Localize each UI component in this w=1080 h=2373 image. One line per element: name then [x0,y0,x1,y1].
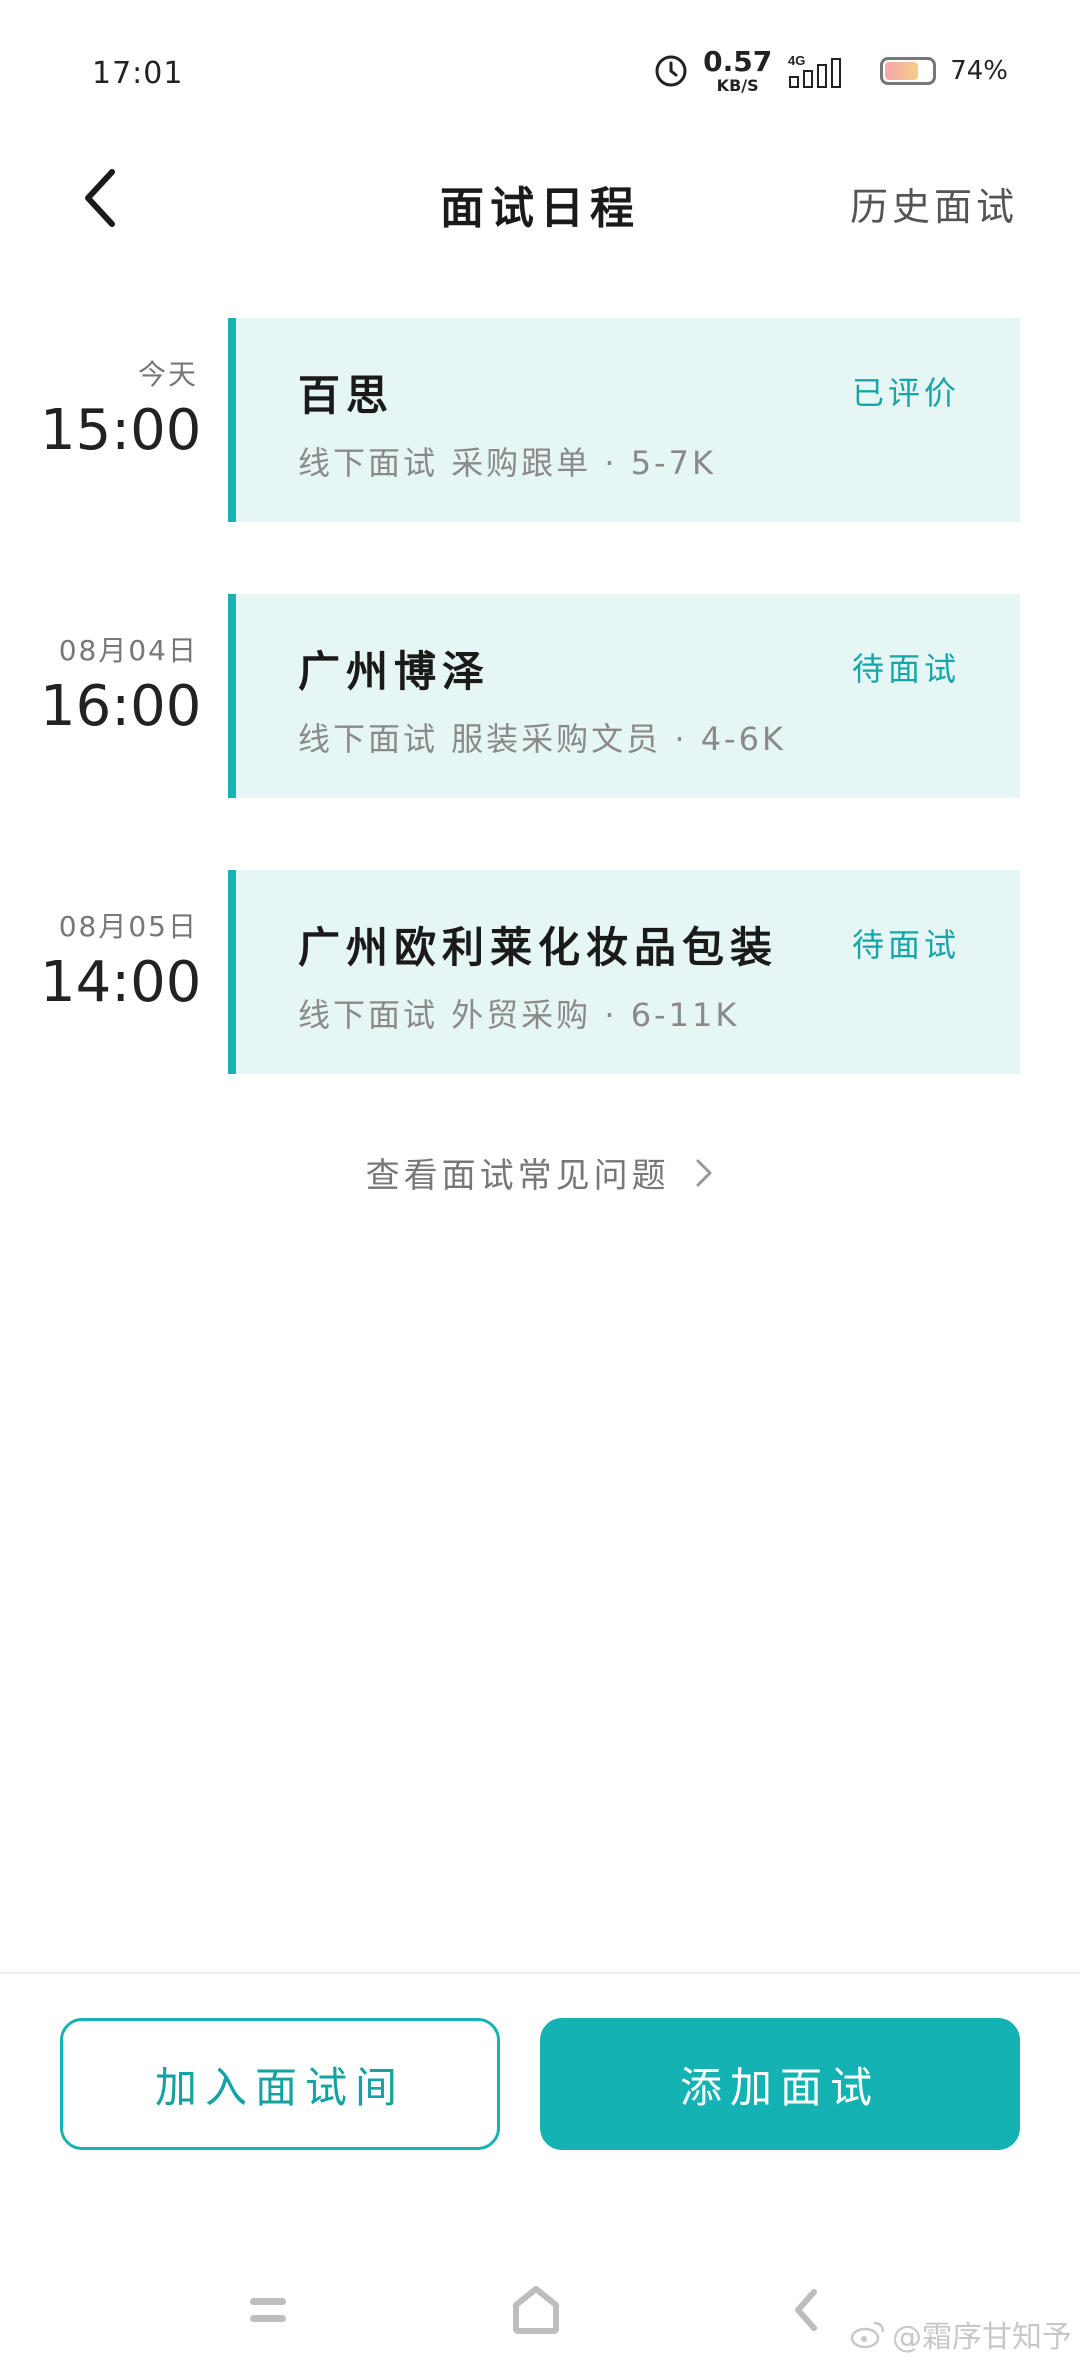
interview-clock: 15:00 [40,398,202,463]
battery-icon [880,57,937,85]
status-bar: 17:01 0.57 KB/S 4G 74% [0,0,1080,140]
interview-date: 今天 [137,358,198,391]
interview-status-badge: 待面试 [851,650,960,688]
interview-details: 线下面试 服装采购文员 · 4-6K [298,720,786,758]
interview-details: 线下面试 采购跟单 · 5-7K [298,444,716,482]
home-button[interactable] [506,2280,566,2340]
network-speed: 0.57 KB/S [703,48,772,94]
company-name: 广州欧利莱化妆品包装 [298,923,779,972]
watermark-text: @霜序甘知予 [892,2320,1072,2355]
battery-percentage: 74% [950,56,1008,86]
interview-item: 今天 15:00 百思 已评价 线下面试 采购跟单 · 5-7K [0,318,1080,522]
interview-list: 今天 15:00 百思 已评价 线下面试 采购跟单 · 5-7K 08月04日 … [0,318,1080,1146]
history-interviews-link[interactable]: 历史面试 [850,176,1018,231]
add-interview-button[interactable]: 添加面试 [540,2018,1020,2150]
interview-status-badge: 已评价 [851,374,960,412]
interview-time: 08月04日 16:00 [40,634,202,742]
battery-level-fill [885,62,919,80]
interview-schedule-screen: 17:01 0.57 KB/S 4G 74% 面试日程 历史面试 今天 15:0… [0,0,1080,2373]
interview-date: 08月05日 [58,910,198,943]
interview-item: 08月05日 14:00 广州欧利莱化妆品包装 待面试 线下面试 外贸采购 · … [0,870,1080,1074]
recent-apps-button[interactable] [238,2280,298,2340]
network-type-label: 4G [788,53,805,68]
company-name: 广州博泽 [298,647,491,696]
bottom-divider [0,1972,1080,1974]
interview-details: 线下面试 外贸采购 · 6-11K [298,996,740,1034]
join-interview-room-button[interactable]: 加入面试间 [60,2018,500,2150]
home-icon [513,2286,559,2334]
back-nav-button[interactable] [776,2280,836,2340]
network-speed-value: 0.57 [703,45,773,78]
interview-card[interactable]: 百思 已评价 线下面试 采购跟单 · 5-7K [228,318,1020,522]
back-arrow-icon [795,2289,817,2331]
interview-date: 08月04日 [58,634,198,667]
faq-link[interactable]: 查看面试常见问题 [0,1148,1080,1198]
alarm-clock-icon [653,53,689,89]
watermark: @霜序甘知予 [850,2312,1072,2356]
chevron-right-icon [694,1157,714,1198]
status-indicators: 0.57 KB/S 4G 74% [653,48,1008,94]
interview-card[interactable]: 广州欧利莱化妆品包装 待面试 线下面试 外贸采购 · 6-11K [228,870,1020,1074]
system-navigation-bar: @霜序甘知予 [0,2250,1080,2360]
interview-item: 08月04日 16:00 广州博泽 待面试 线下面试 服装采购文员 · 4-6K [0,594,1080,798]
interview-clock: 16:00 [40,674,202,739]
interview-card[interactable]: 广州博泽 待面试 线下面试 服装采购文员 · 4-6K [228,594,1020,798]
status-time: 17:01 [92,56,184,91]
header: 面试日程 历史面试 [0,150,1080,250]
weibo-logo-icon [850,2321,885,2349]
interview-time: 今天 15:00 [40,358,202,466]
company-name: 百思 [298,371,395,420]
faq-link-label: 查看面试常见问题 [365,1156,670,1196]
interview-time: 08月05日 14:00 [40,910,202,1018]
interview-status-badge: 待面试 [851,926,960,964]
network-speed-unit: KB/S [716,76,759,95]
menu-icon [250,2298,286,2322]
signal-4g-icon: 4G [786,51,866,91]
interview-clock: 14:00 [40,950,202,1015]
